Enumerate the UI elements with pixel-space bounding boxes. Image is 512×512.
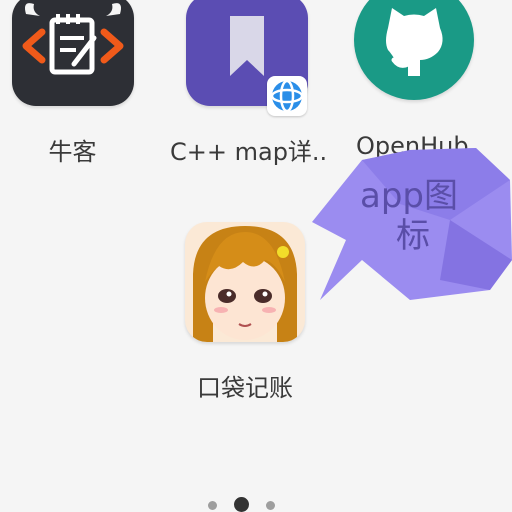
nowcoder-icon[interactable] xyxy=(12,0,134,106)
app-label: 牛客 xyxy=(48,138,97,166)
annotation-line-1: app图 xyxy=(360,176,458,216)
annotation-text: app图 标 xyxy=(360,176,490,256)
app-label: 口袋记账 xyxy=(197,374,293,402)
browser-globe-icon xyxy=(267,76,307,116)
anime-girl-avatar-icon[interactable] xyxy=(185,222,305,342)
annotation-line-2: 标 xyxy=(396,216,430,256)
page-dot xyxy=(266,501,275,510)
page-indicator xyxy=(200,492,290,512)
page-dot-active xyxy=(234,497,249,512)
app-label: C++ map详.. xyxy=(170,138,328,166)
github-octocat-icon[interactable] xyxy=(354,0,474,100)
page-dot xyxy=(208,501,217,510)
